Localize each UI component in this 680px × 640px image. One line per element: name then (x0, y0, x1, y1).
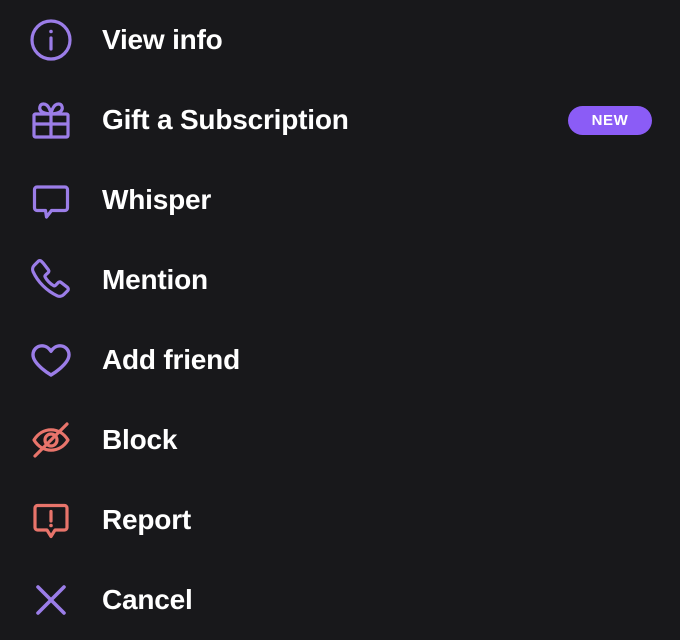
menu-item-mention[interactable]: Mention (0, 240, 680, 320)
menu-item-cancel[interactable]: Cancel (0, 560, 680, 640)
menu-item-whisper[interactable]: Whisper (0, 160, 680, 240)
menu-item-label: Gift a Subscription (102, 104, 349, 135)
menu-item-view-info[interactable]: View info (0, 0, 680, 80)
menu-item-label: View info (102, 24, 223, 55)
close-x-icon (0, 560, 102, 640)
menu-item-label: Add friend (102, 344, 240, 375)
report-bubble-icon (0, 480, 102, 560)
menu-item-report[interactable]: Report (0, 480, 680, 560)
info-circle-icon (0, 0, 102, 80)
menu-item-label: Block (102, 424, 178, 455)
menu-item-label: Mention (102, 264, 208, 295)
status-badge-new: NEW (568, 105, 652, 135)
menu-item-add-friend[interactable]: Add friend (0, 320, 680, 400)
speech-bubble-icon (0, 160, 102, 240)
menu-item-label: Whisper (102, 184, 212, 215)
eye-off-icon (0, 400, 102, 480)
heart-icon (0, 320, 102, 400)
menu-item-gift-subscription[interactable]: Gift a Subscription NEW (0, 80, 680, 160)
gift-icon (0, 80, 102, 160)
menu-item-label: Cancel (102, 584, 193, 615)
menu-item-block[interactable]: Block (0, 400, 680, 480)
phone-icon (0, 240, 102, 320)
context-menu: View info Gift a Subscription NEW Whispe… (0, 0, 680, 640)
menu-item-label: Report (102, 504, 192, 535)
